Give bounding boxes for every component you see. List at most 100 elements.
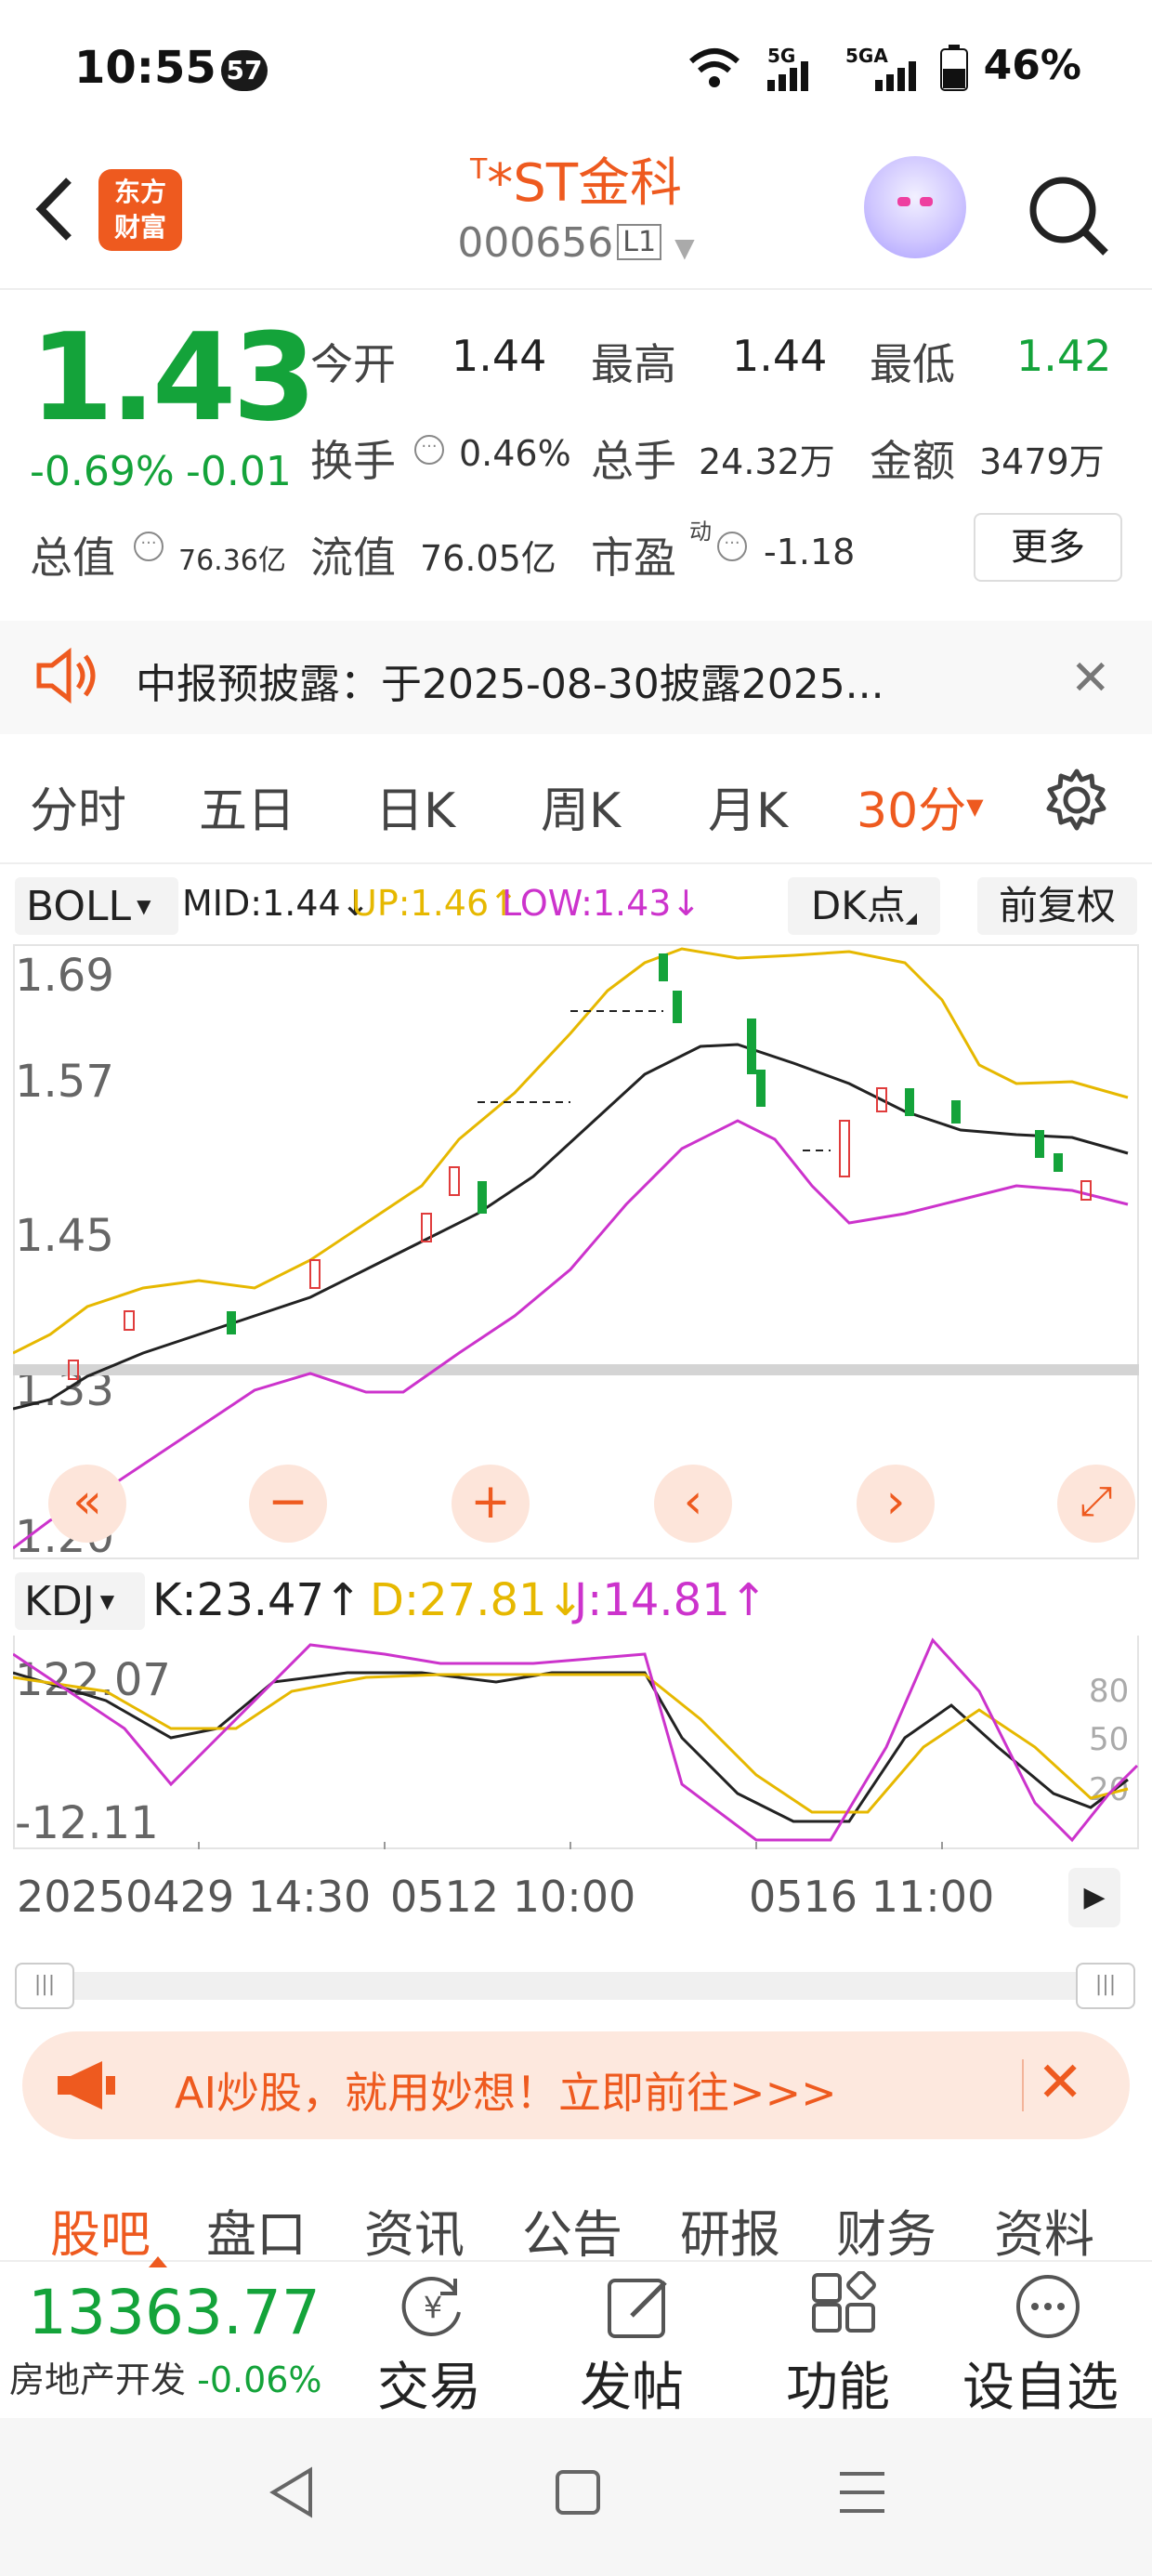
status-time: 10:55: [74, 42, 216, 94]
battery-percent: 46%: [983, 42, 1081, 89]
pe-label: 市盈: [591, 532, 676, 583]
boll-up-line: [13, 947, 1129, 1355]
kdj-j-line: [13, 1637, 1139, 1843]
boll-low-line: [13, 1119, 1129, 1550]
add-watchlist-button[interactable]: 设自选: [962, 2346, 1119, 2421]
chevron-down-icon: ▼: [674, 232, 695, 263]
search-button[interactable]: [1022, 169, 1115, 262]
date-right: 0516 11:00: [749, 1872, 995, 1922]
tab-guba[interactable]: 股吧: [50, 2193, 151, 2267]
close-icon[interactable]: ✕: [1070, 651, 1111, 706]
tab-five-day[interactable]: 五日: [199, 771, 295, 841]
speaker-icon: [35, 647, 100, 708]
nav-menu-icon[interactable]: [836, 2466, 888, 2522]
boll-low: LOW:1.43↓: [502, 883, 701, 924]
tab-intraday[interactable]: 分时: [30, 771, 126, 841]
wifi-icon: [687, 46, 741, 93]
kdj-j: J:14.81↑: [574, 1574, 767, 1626]
amount-value: 3479万: [979, 441, 1105, 482]
tab-news[interactable]: 资讯: [364, 2193, 465, 2267]
kdj-canvas: [13, 1637, 1139, 1849]
stock-code-selector[interactable]: 000656 L1 ▼: [0, 219, 1152, 267]
edit-icon: [604, 2271, 674, 2342]
volume-value: 24.32万: [699, 441, 835, 482]
mktcap-value: 76.36亿: [178, 545, 286, 577]
kdj-k: K:23.47↑: [152, 1574, 362, 1626]
scroll-left-button[interactable]: ‹: [654, 1465, 732, 1543]
change-amount: -0.01: [186, 448, 292, 495]
info-dots-icon[interactable]: ···: [414, 435, 444, 465]
tab-research[interactable]: 研报: [680, 2193, 780, 2267]
kline-canvas: [13, 947, 1139, 1550]
range-slider-left-handle[interactable]: |||: [15, 1963, 74, 2009]
tab-daily-k[interactable]: 日K: [375, 771, 455, 841]
date-mid: 0512 10:00: [390, 1872, 636, 1922]
more-button[interactable]: 更多: [974, 513, 1122, 582]
dk-point-button[interactable]: DK点◢: [788, 877, 940, 935]
scroll-right-button[interactable]: ›: [857, 1465, 935, 1543]
boll-up: UP:1.46↑: [351, 883, 518, 924]
gear-icon[interactable]: [1044, 768, 1109, 836]
signal-1-icon: [766, 61, 812, 95]
caret-down-icon: ▼: [99, 1590, 115, 1612]
current-price: 1.43: [30, 307, 317, 448]
tab-profile[interactable]: 资料: [994, 2193, 1094, 2267]
tab-announcements[interactable]: 公告: [522, 2193, 622, 2267]
price-level-dashes: [478, 1010, 831, 1151]
close-icon[interactable]: ✕: [1037, 2050, 1083, 2115]
kdj-selector[interactable]: KDJ ▼: [15, 1572, 145, 1630]
ai-promo-text[interactable]: AI炒股，就用妙想！立即前往>>>: [175, 2059, 837, 2121]
sector-index-name[interactable]: 房地产开发 -0.06%: [9, 2351, 322, 2402]
post-button[interactable]: 发帖: [580, 2346, 684, 2421]
notice-text[interactable]: 中报预披露：于2025-08-30披露2025...: [136, 651, 884, 710]
stock-code: 000656: [457, 219, 614, 267]
trade-button[interactable]: 交易: [377, 2346, 481, 2421]
sector-index-value[interactable]: 13363.77: [28, 2277, 321, 2348]
assistant-robot-avatar[interactable]: [864, 156, 966, 258]
amount-label: 金额: [870, 436, 955, 486]
boll-selector[interactable]: BOLL ▼: [15, 877, 178, 935]
info-dots-icon[interactable]: ···: [717, 532, 747, 561]
kdj-k-line: [13, 1671, 1129, 1823]
change-percent: -0.69%: [30, 448, 175, 495]
date-left: 20250429 14:30: [17, 1872, 372, 1922]
tab-30min-label: 30分: [857, 783, 967, 839]
float-value: 76.05亿: [420, 538, 556, 579]
open-value: 1.44: [452, 331, 547, 381]
info-dots-icon[interactable]: ···: [134, 532, 164, 561]
caret-down-icon: ▼: [966, 794, 984, 820]
candles-red: [68, 1087, 1092, 1380]
stock-title[interactable]: T*ST金科: [0, 141, 1152, 217]
functions-button[interactable]: 功能: [786, 2346, 890, 2421]
play-icon[interactable]: ▶: [1068, 1868, 1120, 1927]
caret-down-icon: ▼: [137, 895, 151, 917]
high-value: 1.44: [732, 331, 828, 381]
zoom-in-button[interactable]: +: [452, 1465, 530, 1543]
tab-monthly-k[interactable]: 月K: [708, 771, 788, 841]
battery-icon: [940, 45, 968, 95]
grid-icon: [808, 2270, 879, 2342]
tab-30min[interactable]: 30分▼: [857, 771, 984, 841]
zoom-out-button[interactable]: −: [249, 1465, 327, 1543]
boll-mid: MID:1.44↓: [182, 883, 371, 924]
fullscreen-button[interactable]: ⤢: [1057, 1465, 1135, 1543]
more-icon: [1013, 2271, 1083, 2342]
kdj-d-line: [13, 1673, 1129, 1814]
kdj-name: KDJ: [24, 1578, 95, 1625]
low-value: 1.42: [1016, 331, 1112, 381]
nav-back-icon[interactable]: [268, 2464, 316, 2524]
sector-change: -0.06%: [197, 2359, 322, 2400]
range-slider-track[interactable]: [19, 1972, 1133, 2000]
nav-home-icon[interactable]: [554, 2468, 602, 2520]
adjust-button[interactable]: 前复权: [977, 877, 1137, 935]
signal-2-icon: [873, 61, 920, 95]
kdj-d: D:27.81↓: [370, 1574, 584, 1626]
range-slider-right-handle[interactable]: |||: [1076, 1963, 1135, 2009]
time-ticks: [198, 1842, 943, 1849]
tab-weekly-k[interactable]: 周K: [541, 771, 621, 841]
fast-rewind-button[interactable]: «: [48, 1465, 126, 1543]
tab-pankou[interactable]: 盘口: [206, 2193, 307, 2267]
tab-finance[interactable]: 财务: [836, 2193, 936, 2267]
divider: [1022, 2059, 1024, 2111]
stock-name: *ST金科: [487, 153, 683, 214]
